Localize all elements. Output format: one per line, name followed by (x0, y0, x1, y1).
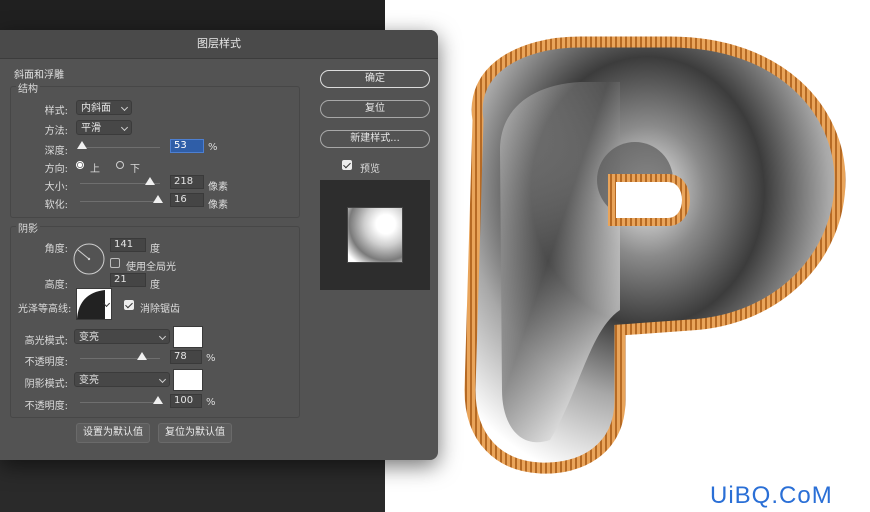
direction-down-label: 下 (130, 164, 140, 175)
depth-slider-thumb[interactable] (77, 141, 87, 149)
highlight-opacity-input[interactable]: 78 (170, 350, 202, 364)
depth-slider[interactable] (77, 141, 160, 149)
ok-button[interactable]: 确定 (320, 70, 430, 88)
preview-label: 预览 (360, 164, 380, 175)
soften-label: 软化: (44, 200, 68, 211)
layer-style-dialog: 图层样式 斜面和浮雕 结构 样式: 内斜面 方法: 平滑 深度: 53 % 方向… (0, 30, 438, 460)
preview-box (320, 180, 430, 290)
highlight-opacity-unit: % (206, 353, 216, 364)
depth-unit: % (208, 142, 218, 153)
direction-up-radio[interactable] (76, 161, 84, 169)
preview-swatch (347, 207, 403, 263)
size-input[interactable]: 218 (170, 175, 204, 189)
size-slider[interactable] (80, 177, 160, 185)
size-slider-thumb[interactable] (145, 177, 155, 185)
contour-curve-icon (77, 290, 105, 319)
shadow-opacity-label: 不透明度: (24, 401, 68, 412)
shading-legend: 阴影 (16, 220, 40, 235)
altitude-input[interactable]: 21 (110, 273, 146, 287)
depth-input[interactable]: 53 (170, 139, 204, 153)
soften-unit: 像素 (208, 200, 228, 211)
chevron-down-icon (120, 103, 129, 112)
direction-label: 方向: (44, 164, 68, 175)
depth-label: 深度: (44, 146, 68, 157)
chevron-down-icon (158, 375, 167, 384)
shadow-mode-value: 变亮 (79, 375, 99, 386)
highlight-opacity-label: 不透明度: (24, 357, 68, 368)
angle-label: 角度: (44, 244, 68, 255)
shadow-opacity-input[interactable]: 100 (170, 394, 202, 408)
chevron-down-icon (158, 332, 167, 341)
shadow-color-swatch[interactable] (173, 369, 203, 391)
soften-input[interactable]: 16 (170, 193, 204, 207)
letter-p-artwork (464, 36, 846, 474)
direction-down-radio[interactable] (116, 161, 124, 169)
highlight-mode-select[interactable]: 变亮 (74, 329, 170, 344)
make-default-button[interactable]: 设置为默认值 (76, 423, 150, 443)
gloss-contour-label: 光泽等高线: (18, 304, 72, 315)
style-label: 样式: (44, 106, 68, 117)
highlight-mode-label: 高光模式: (24, 336, 68, 347)
shadow-mode-label: 阴影模式: (24, 379, 68, 390)
altitude-label: 高度: (44, 280, 68, 291)
size-unit: 像素 (208, 182, 228, 193)
altitude-unit: 度 (150, 280, 160, 291)
reset-to-default-button[interactable]: 复位为默认值 (158, 423, 232, 443)
structure-legend: 结构 (16, 80, 40, 95)
anti-aliased-label: 消除锯齿 (140, 304, 180, 315)
watermark-text: UiBQ.CoM (710, 482, 833, 509)
dark-bottom-area (0, 460, 385, 512)
shadow-opacity-slider[interactable] (80, 396, 163, 404)
size-label: 大小: (44, 182, 68, 193)
anti-aliased-checkbox[interactable] (124, 300, 134, 310)
chevron-down-icon (120, 123, 129, 132)
highlight-opacity-slider[interactable] (80, 352, 160, 360)
angle-input[interactable]: 141 (110, 238, 146, 252)
highlight-mode-value: 变亮 (79, 332, 99, 343)
technique-select[interactable]: 平滑 (76, 120, 132, 135)
style-select[interactable]: 内斜面 (76, 100, 132, 115)
gloss-contour-picker[interactable] (76, 288, 112, 320)
highlight-opacity-thumb[interactable] (137, 352, 147, 360)
global-light-checkbox[interactable] (110, 258, 120, 268)
highlight-color-swatch[interactable] (173, 326, 203, 348)
shadow-opacity-thumb[interactable] (153, 396, 163, 404)
new-style-button[interactable]: 新建样式... (320, 130, 430, 148)
shadow-opacity-unit: % (206, 397, 216, 408)
bevel-emboss-heading: 斜面和浮雕 (14, 70, 64, 81)
shadow-mode-select[interactable]: 变亮 (74, 372, 170, 387)
direction-up-label: 上 (90, 164, 100, 175)
reset-button[interactable]: 复位 (320, 100, 430, 118)
dialog-title: 图层样式 (0, 30, 438, 59)
angle-unit: 度 (150, 244, 160, 255)
soften-slider-thumb[interactable] (153, 195, 163, 203)
technique-value: 平滑 (81, 123, 101, 134)
letter-p-counter (608, 174, 690, 226)
global-light-label: 使用全局光 (126, 262, 176, 273)
angle-dial[interactable] (72, 242, 106, 276)
preview-checkbox[interactable] (342, 160, 352, 170)
technique-label: 方法: (44, 126, 68, 137)
soften-slider[interactable] (80, 195, 163, 203)
style-value: 内斜面 (81, 103, 111, 114)
